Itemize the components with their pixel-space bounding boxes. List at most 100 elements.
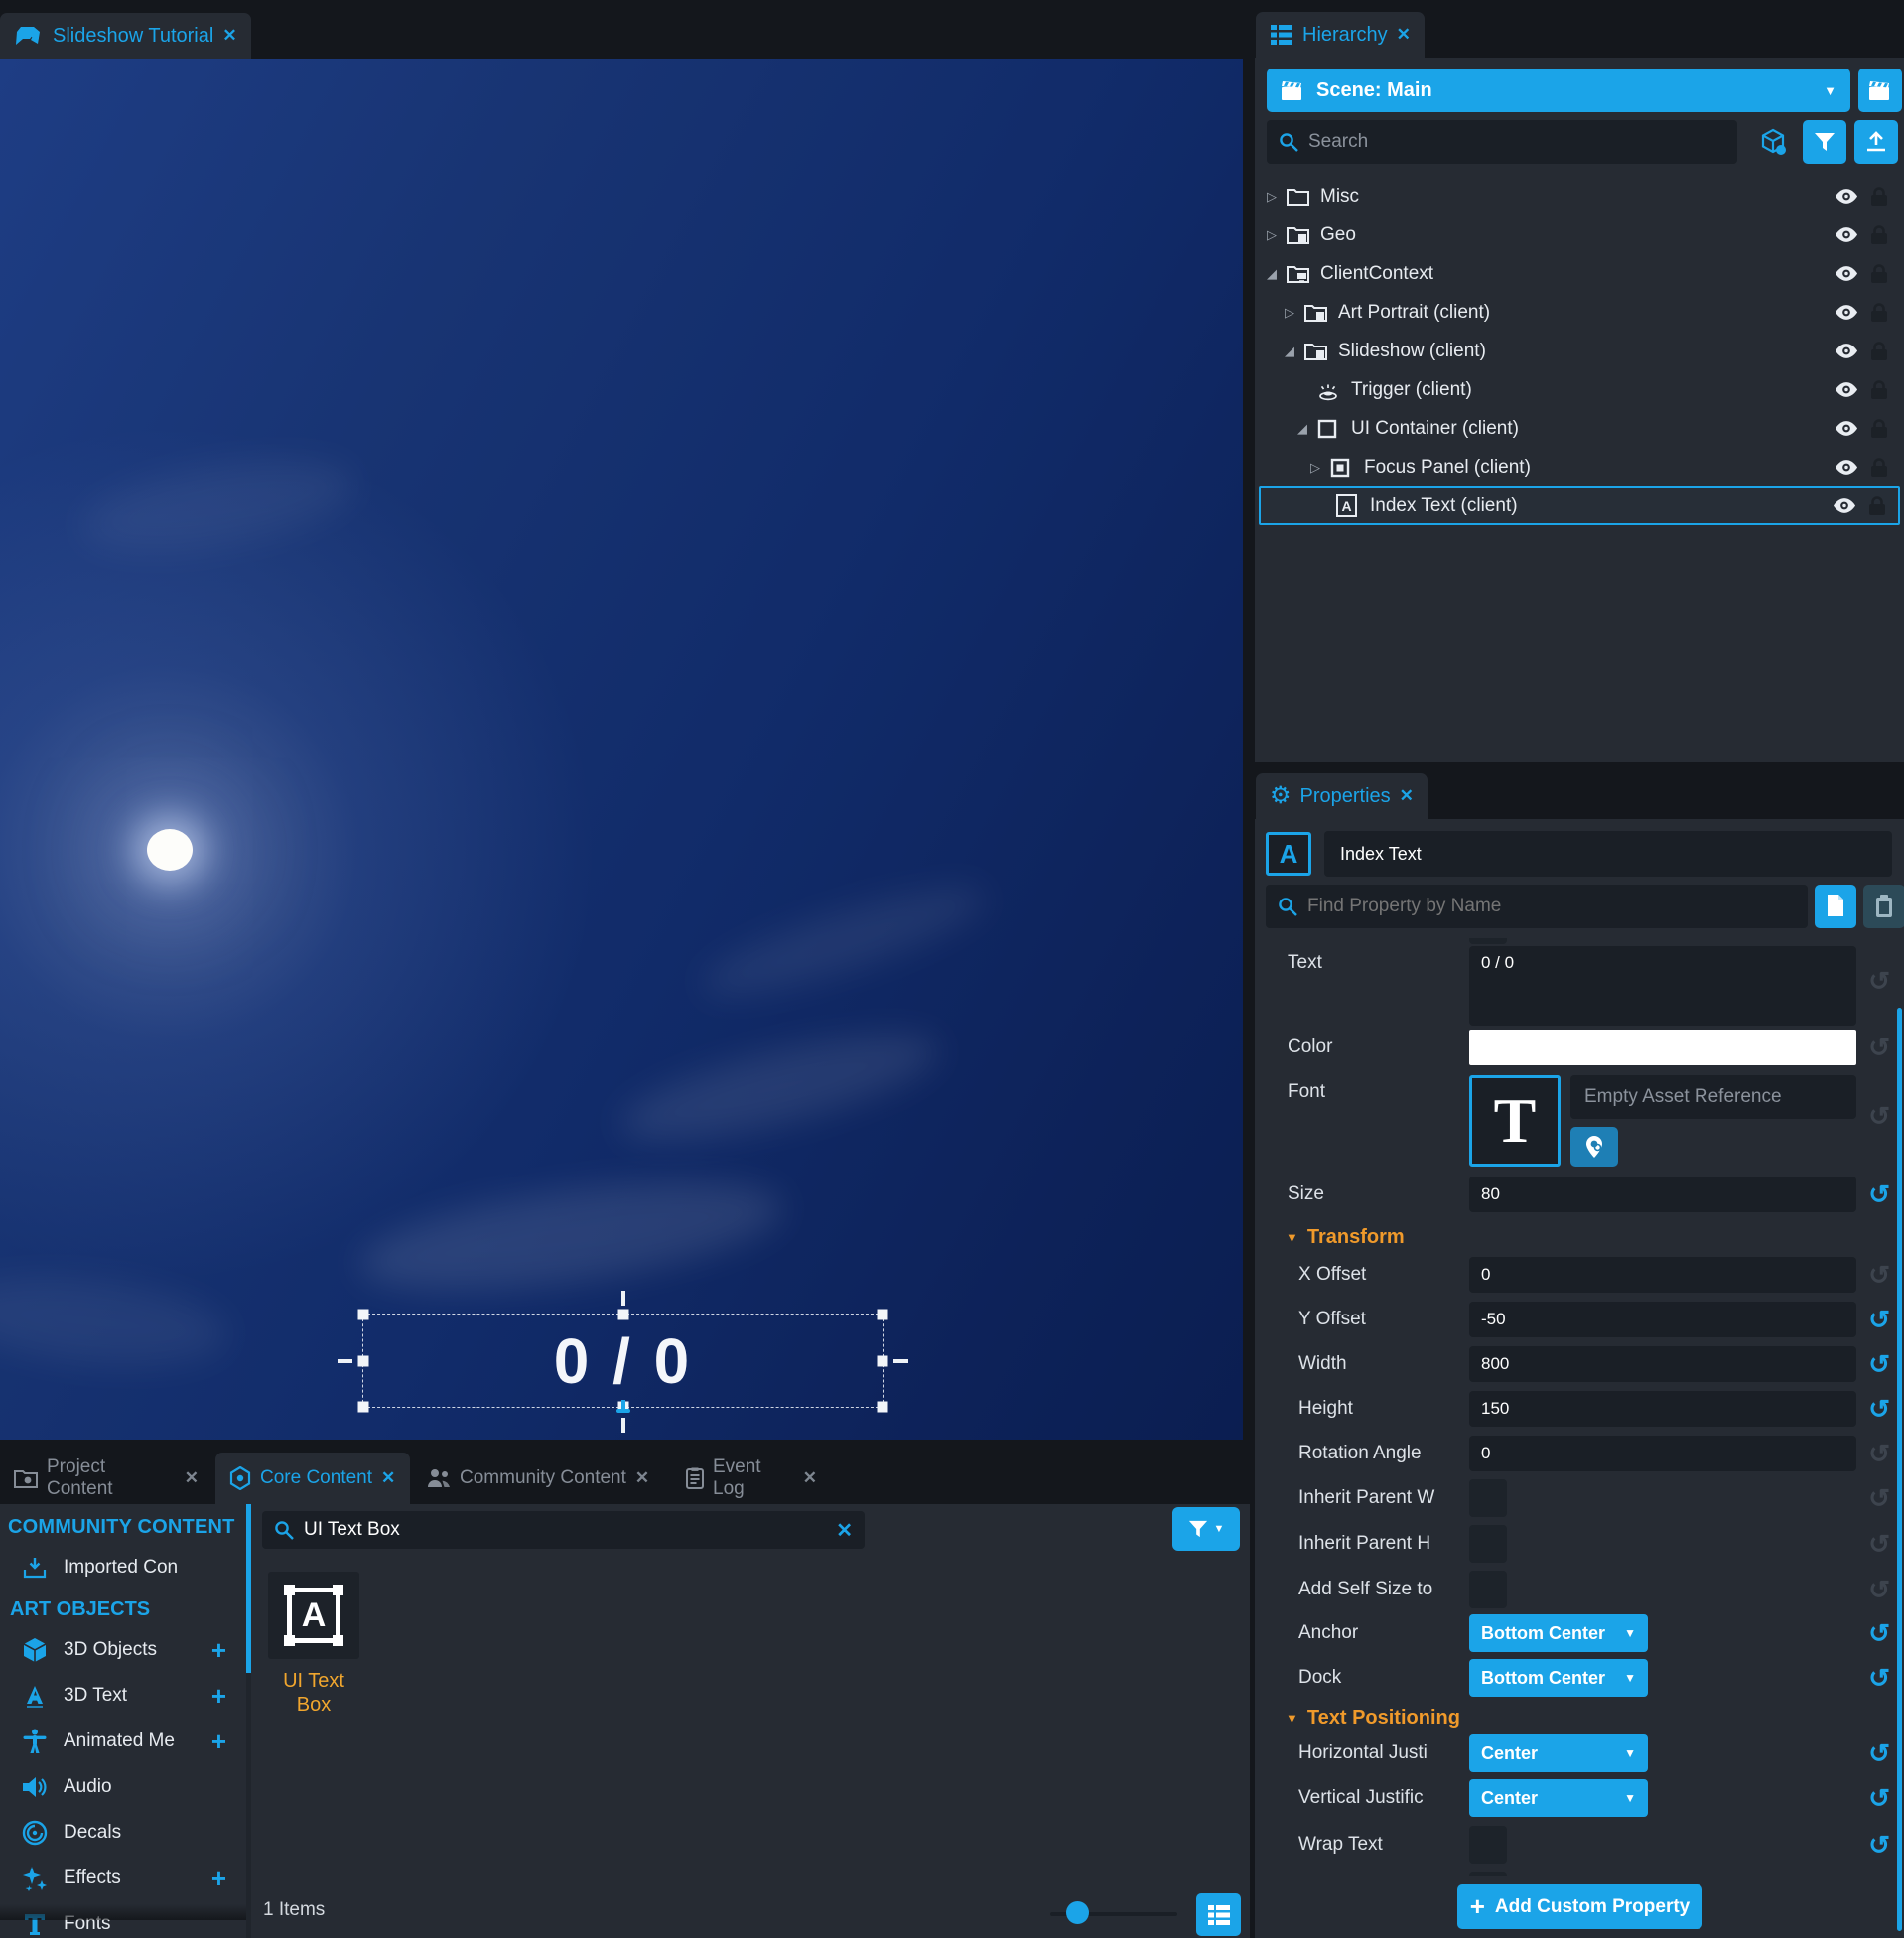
visibility-eye-icon[interactable] [1836, 266, 1857, 281]
properties-scrollbar[interactable] [1897, 1008, 1902, 1931]
sidebar-item-animated-meshes[interactable]: Animated Me + [0, 1725, 246, 1758]
sidebar-item-3d-text[interactable]: 3D Text + [0, 1679, 246, 1713]
reset-icon[interactable]: ↺ [1868, 1351, 1890, 1377]
dock-dropdown[interactable]: Bottom Center ▼ [1469, 1659, 1648, 1697]
tree-item-index-text-selected[interactable]: A Index Text (client) [1259, 486, 1900, 525]
resize-handle[interactable] [358, 1355, 369, 1366]
height-input[interactable]: 150 [1469, 1391, 1856, 1427]
visibility-eye-icon[interactable] [1836, 421, 1857, 436]
add-self-size-checkbox[interactable] [1469, 1571, 1507, 1608]
resize-handle[interactable] [878, 1355, 888, 1366]
close-icon[interactable]: ✕ [1400, 786, 1414, 806]
lock-icon[interactable] [1870, 303, 1888, 323]
slider-knob[interactable] [1066, 1901, 1089, 1924]
caret-collapsed-icon[interactable]: ▷ [1267, 189, 1287, 205]
tree-item-art-portrait[interactable]: ▷ Art Portrait (client) [1255, 293, 1904, 332]
color-swatch[interactable] [1469, 1030, 1856, 1065]
size-input[interactable]: 80 [1469, 1177, 1856, 1212]
anchor-dropdown[interactable]: Bottom Center ▼ [1469, 1614, 1648, 1652]
close-icon[interactable]: ✕ [381, 1468, 395, 1488]
width-input[interactable]: 800 [1469, 1346, 1856, 1382]
community-content-header[interactable]: COMMUNITY CONTENT [0, 1504, 246, 1539]
object-name-field[interactable]: Index Text [1324, 831, 1892, 877]
scene-manager-button[interactable] [1858, 69, 1902, 112]
reset-icon[interactable]: ↺ [1868, 1035, 1890, 1060]
sidebar-item-audio[interactable]: Audio [0, 1770, 246, 1804]
plus-icon[interactable]: + [211, 1681, 226, 1712]
close-icon[interactable]: ✕ [185, 1468, 199, 1488]
horizontal-justification-dropdown[interactable]: Center ▼ [1469, 1734, 1648, 1772]
add-custom-property-button[interactable]: + Add Custom Property [1457, 1884, 1702, 1929]
visibility-eye-icon[interactable] [1836, 460, 1857, 475]
caret-expanded-icon[interactable]: ◢ [1297, 421, 1317, 437]
reset-icon[interactable]: ↺ [1868, 1832, 1890, 1858]
tab-event-log[interactable]: Event Log ✕ [672, 1453, 831, 1504]
tree-item-geo[interactable]: ▷ Geo [1255, 215, 1904, 254]
content-search-input[interactable] [304, 1519, 826, 1541]
tab-properties[interactable]: ⚙ Properties ✕ [1256, 773, 1428, 819]
hierarchy-filter-button[interactable] [1803, 120, 1846, 164]
visibility-eye-icon[interactable] [1836, 305, 1857, 320]
view-mode-grid-button[interactable] [1196, 1893, 1241, 1936]
visibility-eye-icon[interactable] [1836, 227, 1857, 242]
resize-handle[interactable] [358, 1402, 369, 1413]
reset-icon[interactable]: ↺ [1868, 968, 1890, 994]
visibility-eye-icon[interactable] [1836, 344, 1857, 358]
property-search-field[interactable] [1266, 885, 1808, 928]
selection-bounds[interactable]: 0 / 0 [362, 1314, 884, 1408]
plus-icon[interactable]: + [211, 1864, 226, 1894]
reset-icon[interactable]: ↺ [1868, 1665, 1890, 1691]
scene-selector-dropdown[interactable]: Scene: Main ▼ [1267, 69, 1850, 112]
close-icon[interactable]: ✕ [635, 1468, 649, 1488]
paste-clipboard-button[interactable] [1863, 885, 1904, 928]
caret-expanded-icon[interactable]: ◢ [1285, 344, 1304, 359]
reset-icon[interactable]: ↺ [1868, 1620, 1890, 1646]
tab-core-content[interactable]: Core Content ✕ [215, 1453, 410, 1504]
lock-icon[interactable] [1870, 342, 1888, 361]
asset-ui-text-box[interactable]: A UI Text Box [268, 1572, 359, 1717]
vertical-justification-dropdown[interactable]: Center ▼ [1469, 1779, 1648, 1817]
section-text-positioning[interactable]: ▼ Text Positioning [1255, 1707, 1904, 1730]
hierarchy-search-field[interactable] [1267, 120, 1737, 164]
scene-viewport[interactable]: 0 / 0 [0, 59, 1243, 1440]
tree-item-slideshow[interactable]: ◢ Slideshow (client) [1255, 332, 1904, 370]
tree-item-focus-panel[interactable]: ▷ Focus Panel (client) [1255, 448, 1904, 486]
tab-project-content[interactable]: Project Content ✕ [0, 1453, 212, 1504]
sidebar-item-imported-content[interactable]: Imported Con [0, 1551, 246, 1585]
copy-properties-button[interactable] [1815, 885, 1856, 928]
resize-handle[interactable] [878, 1402, 888, 1413]
font-preview-box[interactable]: T [1469, 1075, 1561, 1167]
reset-icon[interactable]: ↺ [1868, 1396, 1890, 1422]
tab-slideshow-tutorial[interactable]: Slideshow Tutorial ✕ [0, 13, 251, 59]
visibility-eye-icon[interactable] [1836, 382, 1857, 397]
lock-icon[interactable] [1868, 496, 1886, 516]
lock-icon[interactable] [1870, 380, 1888, 400]
x-offset-input[interactable]: 0 [1469, 1257, 1856, 1293]
reset-icon[interactable]: ↺ [1868, 1262, 1890, 1288]
caret-collapsed-icon[interactable]: ▷ [1310, 460, 1330, 476]
hierarchy-search-input[interactable] [1308, 131, 1725, 153]
tab-community-content[interactable]: Community Content ✕ [413, 1453, 669, 1504]
tree-item-ui-container[interactable]: ◢ UI Container (client) [1255, 409, 1904, 448]
lock-icon[interactable] [1870, 225, 1888, 245]
resize-handle[interactable] [878, 1310, 888, 1320]
asset-locate-pin-icon[interactable] [1570, 1127, 1618, 1167]
content-search-field[interactable]: ✕ [262, 1511, 865, 1549]
sidebar-item-3d-objects[interactable]: 3D Objects + [0, 1633, 246, 1667]
close-icon[interactable]: ✕ [1397, 25, 1411, 45]
rotation-angle-input[interactable]: 0 [1469, 1436, 1856, 1471]
resize-handle[interactable] [358, 1310, 369, 1320]
section-transform[interactable]: ▼ Transform [1255, 1226, 1904, 1249]
lock-icon[interactable] [1870, 187, 1888, 207]
reset-icon[interactable]: ↺ [1868, 1577, 1890, 1602]
tree-item-clientcontext[interactable]: ◢ ClientContext [1255, 254, 1904, 293]
tree-item-misc[interactable]: ▷ Misc [1255, 177, 1904, 215]
caret-expanded-icon[interactable]: ◢ [1267, 266, 1287, 282]
property-search-input[interactable] [1307, 896, 1796, 917]
sidebar-item-effects[interactable]: Effects + [0, 1862, 246, 1895]
reset-icon[interactable]: ↺ [1868, 1531, 1890, 1557]
sidebar-item-decals[interactable]: Decals [0, 1816, 246, 1850]
reset-icon[interactable]: ↺ [1868, 1307, 1890, 1332]
reset-icon[interactable]: ↺ [1868, 1441, 1890, 1466]
lock-icon[interactable] [1870, 264, 1888, 284]
